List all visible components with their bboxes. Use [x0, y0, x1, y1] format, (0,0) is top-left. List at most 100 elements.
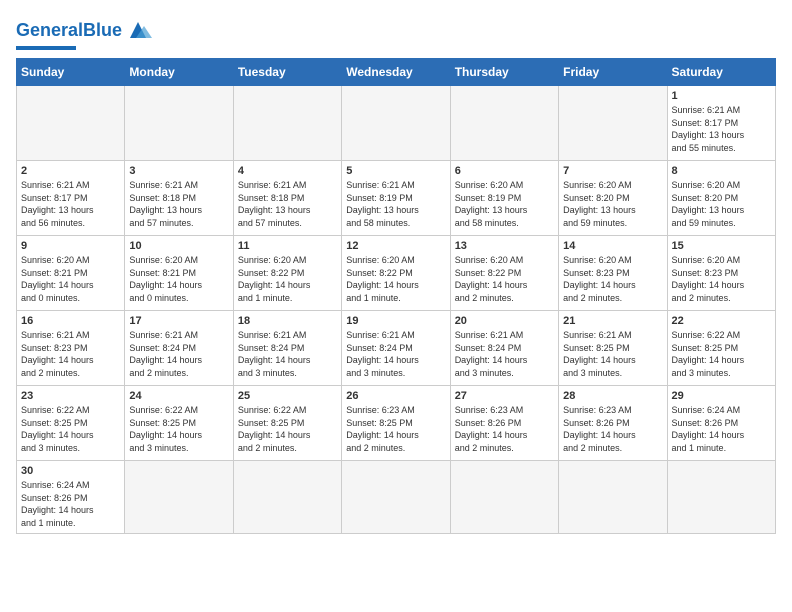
day-number: 29: [672, 390, 771, 402]
week-row-2: 2 Sunrise: 6:21 AM Sunset: 8:17 PM Daylig…: [17, 161, 776, 236]
weekday-header-monday: Monday: [125, 59, 233, 86]
day-number: 30: [21, 465, 120, 477]
calendar-cell: 3 Sunrise: 6:21 AM Sunset: 8:18 PM Daylig…: [125, 161, 233, 236]
weekday-header-sunday: Sunday: [17, 59, 125, 86]
calendar-cell: 30 Sunrise: 6:24 AM Sunset: 8:26 PM Dayli…: [17, 461, 125, 534]
day-info: Sunrise: 6:20 AM Sunset: 8:21 PM Dayligh…: [21, 254, 120, 304]
day-info: Sunrise: 6:20 AM Sunset: 8:21 PM Dayligh…: [129, 254, 228, 304]
day-number: 27: [455, 390, 554, 402]
calendar-cell: [559, 86, 667, 161]
calendar-cell: 24 Sunrise: 6:22 AM Sunset: 8:25 PM Dayli…: [125, 386, 233, 461]
weekday-header-tuesday: Tuesday: [233, 59, 341, 86]
day-info: Sunrise: 6:24 AM Sunset: 8:26 PM Dayligh…: [21, 479, 120, 529]
calendar-cell: 26 Sunrise: 6:23 AM Sunset: 8:25 PM Dayli…: [342, 386, 450, 461]
calendar-cell: [125, 461, 233, 534]
calendar-cell: 15 Sunrise: 6:20 AM Sunset: 8:23 PM Dayli…: [667, 236, 775, 311]
calendar-cell: 28 Sunrise: 6:23 AM Sunset: 8:26 PM Dayli…: [559, 386, 667, 461]
day-number: 16: [21, 315, 120, 327]
weekday-header-friday: Friday: [559, 59, 667, 86]
day-info: Sunrise: 6:20 AM Sunset: 8:22 PM Dayligh…: [238, 254, 337, 304]
calendar-cell: 17 Sunrise: 6:21 AM Sunset: 8:24 PM Dayli…: [125, 311, 233, 386]
day-info: Sunrise: 6:21 AM Sunset: 8:17 PM Dayligh…: [21, 179, 120, 229]
calendar-cell: [342, 86, 450, 161]
calendar-cell: 6Sunrise: 6:20 AM Sunset: 8:19 PM Daylig…: [450, 161, 558, 236]
day-info: Sunrise: 6:22 AM Sunset: 8:25 PM Dayligh…: [238, 404, 337, 454]
week-row-4: 16 Sunrise: 6:21 AM Sunset: 8:23 PM Dayli…: [17, 311, 776, 386]
day-number: 7: [563, 165, 662, 177]
day-number: 28: [563, 390, 662, 402]
calendar-cell: [450, 461, 558, 534]
day-info: Sunrise: 6:20 AM Sunset: 8:22 PM Dayligh…: [346, 254, 445, 304]
day-number: 10: [129, 240, 228, 252]
day-info: Sunrise: 6:21 AM Sunset: 8:24 PM Dayligh…: [129, 329, 228, 379]
calendar-cell: 9 Sunrise: 6:20 AM Sunset: 8:21 PM Daylig…: [17, 236, 125, 311]
day-info: Sunrise: 6:21 AM Sunset: 8:23 PM Dayligh…: [21, 329, 120, 379]
day-number: 19: [346, 315, 445, 327]
calendar-cell: 11 Sunrise: 6:20 AM Sunset: 8:22 PM Dayli…: [233, 236, 341, 311]
calendar-cell: [233, 86, 341, 161]
day-info: Sunrise: 6:23 AM Sunset: 8:26 PM Dayligh…: [563, 404, 662, 454]
day-number: 23: [21, 390, 120, 402]
calendar-cell: 12 Sunrise: 6:20 AM Sunset: 8:22 PM Dayli…: [342, 236, 450, 311]
day-number: 5: [346, 165, 445, 177]
day-info: Sunrise: 6:21 AM Sunset: 8:18 PM Dayligh…: [238, 179, 337, 229]
calendar: SundayMondayTuesdayWednesdayThursdayFrid…: [16, 58, 776, 534]
calendar-cell: [233, 461, 341, 534]
day-info: Sunrise: 6:21 AM Sunset: 8:25 PM Dayligh…: [563, 329, 662, 379]
calendar-cell: 13 Sunrise: 6:20 AM Sunset: 8:22 PM Dayli…: [450, 236, 558, 311]
day-info: Sunrise: 6:20 AM Sunset: 8:22 PM Dayligh…: [455, 254, 554, 304]
day-info: Sunrise: 6:22 AM Sunset: 8:25 PM Dayligh…: [672, 329, 771, 379]
day-number: 11: [238, 240, 337, 252]
day-number: 17: [129, 315, 228, 327]
calendar-cell: 8 Sunrise: 6:20 AM Sunset: 8:20 PM Daylig…: [667, 161, 775, 236]
calendar-cell: 7 Sunrise: 6:20 AM Sunset: 8:20 PM Daylig…: [559, 161, 667, 236]
day-info: Sunrise: 6:20 AM Sunset: 8:19 PM Dayligh…: [455, 179, 554, 229]
day-number: 22: [672, 315, 771, 327]
calendar-cell: [450, 86, 558, 161]
day-info: Sunrise: 6:21 AM Sunset: 8:24 PM Dayligh…: [455, 329, 554, 379]
day-number: 15: [672, 240, 771, 252]
logo-icon: [124, 16, 152, 44]
day-number: 21: [563, 315, 662, 327]
day-info: Sunrise: 6:23 AM Sunset: 8:25 PM Dayligh…: [346, 404, 445, 454]
calendar-cell: 22 Sunrise: 6:22 AM Sunset: 8:25 PM Dayli…: [667, 311, 775, 386]
calendar-cell: 2 Sunrise: 6:21 AM Sunset: 8:17 PM Daylig…: [17, 161, 125, 236]
day-number: 3: [129, 165, 228, 177]
calendar-cell: 27Sunrise: 6:23 AM Sunset: 8:26 PM Dayli…: [450, 386, 558, 461]
day-number: 2: [21, 165, 120, 177]
weekday-header-wednesday: Wednesday: [342, 59, 450, 86]
day-number: 24: [129, 390, 228, 402]
day-number: 25: [238, 390, 337, 402]
calendar-cell: 18Sunrise: 6:21 AM Sunset: 8:24 PM Dayli…: [233, 311, 341, 386]
calendar-cell: 21 Sunrise: 6:21 AM Sunset: 8:25 PM Dayli…: [559, 311, 667, 386]
day-number: 14: [563, 240, 662, 252]
day-info: Sunrise: 6:22 AM Sunset: 8:25 PM Dayligh…: [129, 404, 228, 454]
logo-blue: Blue: [83, 20, 122, 40]
weekday-header-row: SundayMondayTuesdayWednesdayThursdayFrid…: [17, 59, 776, 86]
day-info: Sunrise: 6:24 AM Sunset: 8:26 PM Dayligh…: [672, 404, 771, 454]
calendar-cell: 10 Sunrise: 6:20 AM Sunset: 8:21 PM Dayli…: [125, 236, 233, 311]
day-number: 26: [346, 390, 445, 402]
day-number: 12: [346, 240, 445, 252]
calendar-cell: 14 Sunrise: 6:20 AM Sunset: 8:23 PM Dayli…: [559, 236, 667, 311]
day-info: Sunrise: 6:20 AM Sunset: 8:23 PM Dayligh…: [563, 254, 662, 304]
header: GeneralBlue: [16, 16, 776, 50]
day-info: Sunrise: 6:20 AM Sunset: 8:20 PM Dayligh…: [672, 179, 771, 229]
calendar-cell: [667, 461, 775, 534]
day-info: Sunrise: 6:21 AM Sunset: 8:17 PM Dayligh…: [672, 104, 771, 154]
day-number: 8: [672, 165, 771, 177]
calendar-cell: 4Sunrise: 6:21 AM Sunset: 8:18 PM Daylig…: [233, 161, 341, 236]
day-number: 13: [455, 240, 554, 252]
day-number: 9: [21, 240, 120, 252]
day-info: Sunrise: 6:20 AM Sunset: 8:23 PM Dayligh…: [672, 254, 771, 304]
weekday-header-saturday: Saturday: [667, 59, 775, 86]
day-info: Sunrise: 6:20 AM Sunset: 8:20 PM Dayligh…: [563, 179, 662, 229]
day-number: 1: [672, 90, 771, 102]
logo-text: GeneralBlue: [16, 20, 122, 41]
calendar-cell: 16 Sunrise: 6:21 AM Sunset: 8:23 PM Dayli…: [17, 311, 125, 386]
day-info: Sunrise: 6:21 AM Sunset: 8:19 PM Dayligh…: [346, 179, 445, 229]
logo-general: General: [16, 20, 83, 40]
day-number: 20: [455, 315, 554, 327]
day-info: Sunrise: 6:21 AM Sunset: 8:24 PM Dayligh…: [238, 329, 337, 379]
day-info: Sunrise: 6:21 AM Sunset: 8:18 PM Dayligh…: [129, 179, 228, 229]
